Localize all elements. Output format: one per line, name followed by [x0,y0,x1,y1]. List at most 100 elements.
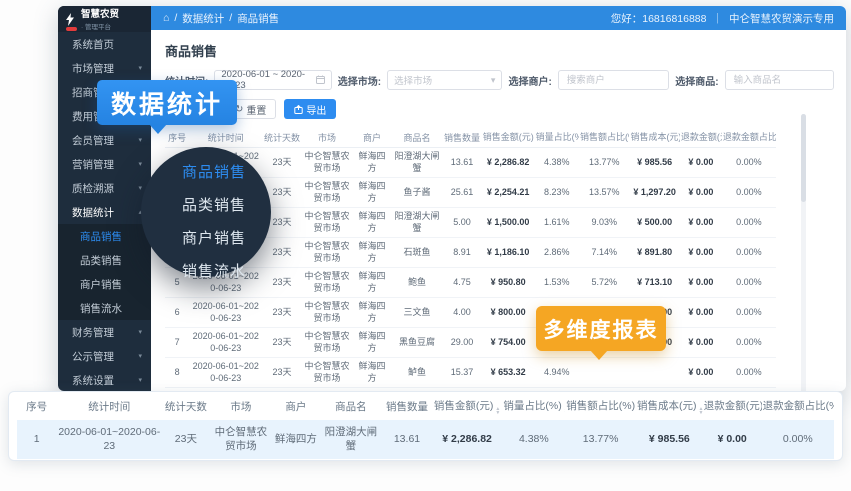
table-cell: 阳澄湖大闸蟹 [392,208,442,238]
sidebar-item[interactable]: 营销管理▾ [58,152,151,176]
table-cell: 1.61% [535,208,579,238]
column-header[interactable]: 销量占比(%)▲▼ [535,128,579,148]
column-header[interactable]: 销量占比(%)▲▼ [502,392,565,420]
breadcrumb: ⌂ / 数据统计 / 商品销售 [163,11,279,26]
table-row[interactable]: 62020-06-01~2020-06-2323天中仑智慧农贸市场鲜海四方三文鱼… [165,298,776,328]
table-row[interactable]: 82020-06-01~2020-06-2323天中仑智慧农贸市场鲜海四方鲈鱼1… [165,358,776,388]
sidebar-item-label: 市场管理 [72,61,114,76]
table-cell: ¥ 0.00 [703,420,762,459]
sidebar-item[interactable]: 市场管理▾ [58,56,151,80]
sidebar-item[interactable]: 系统首页 [58,32,151,56]
table-cell: 鲜海四方 [352,148,392,178]
table-cell: ¥ 0.00 [680,358,722,388]
table-cell: 23天 [262,328,302,358]
table-cell: 2.86% [535,238,579,268]
chevron-down-icon: ▾ [138,352,142,360]
lens-menu-item[interactable]: 商品销售 [141,156,271,189]
table-cell: 0.00% [722,298,776,328]
table-cell: ¥ 500.00 [629,208,679,238]
column-header[interactable]: 销售金额(元)▲▼ [432,392,503,420]
table-cell: 9.03% [579,208,629,238]
table-cell: ¥ 0.00 [680,298,722,328]
sidebar-item-label: 质检溯源 [72,181,114,196]
sidebar-item-label: 销售流水 [80,301,122,316]
column-header[interactable]: 销售成本(元)▲▼ [636,392,703,420]
table-cell: 鲜海四方 [352,178,392,208]
table-cell: 鲜海四方 [352,268,392,298]
table-cell: 0.00% [722,208,776,238]
table-cell: 23天 [262,358,302,388]
column-header: 商品名 [392,128,442,148]
column-header[interactable]: 销售金额(元)▲▼ [482,128,535,148]
table-cell: 鲜海四方 [352,238,392,268]
user-greeting[interactable]: 您好：16816816888 [611,11,707,26]
column-header[interactable]: 退款金额(元)▲▼ [703,392,762,420]
table-cell: 5.00 [442,208,482,238]
lens-menu-item[interactable]: 销售流水 [141,255,271,288]
sidebar-item-label: 营销管理 [72,157,114,172]
sidebar-item[interactable]: 质检溯源▾ [58,176,151,200]
market-select[interactable]: 选择市场 ▾ [387,70,502,90]
merchant-search-input[interactable] [565,74,662,87]
table-row[interactable]: 72020-06-01~2020-06-2323天中仑智慧农贸市场鲜海四方黑鱼豆… [165,328,776,358]
sort-icon[interactable]: ▲▼ [495,407,500,415]
market-select-placeholder: 选择市场 [394,73,487,87]
sidebar-item[interactable]: 系统设置▾ [58,368,151,391]
sidebar-item[interactable]: 销售流水 [58,296,151,320]
sidebar: 智慧农贸 · 管理平台 系统首页市场管理▾招商管理▾费用管理▾会员管理▾营销管理… [58,6,151,391]
table-cell: 2020-06-01~2020-06-23 [189,298,262,328]
column-header[interactable]: 销售成本(元)▲▼ [629,128,679,148]
table-cell: 中仑智慧农贸市场 [302,238,352,268]
sidebar-item[interactable]: 会员管理▾ [58,128,151,152]
sort-icon[interactable]: ▲▼ [698,407,702,415]
sidebar-item[interactable]: 财务管理▾ [58,320,151,344]
export-button[interactable]: 导出 [284,99,336,119]
column-header[interactable]: 销售额占比(%)▲▼ [565,392,636,420]
column-header[interactable]: 退款金额占比(%)▲▼ [722,128,776,148]
chevron-down-icon: ▾ [138,136,142,144]
user-info: 您好：16816816888 ｜ 中仑智慧农贸演示专用 [611,11,834,26]
column-header: 销售数量 [442,128,482,148]
breadcrumb-section[interactable]: 数据统计 [182,11,224,26]
table-cell: 4.94% [535,358,579,388]
sidebar-item[interactable]: 商户销售 [58,272,151,296]
tenant-name[interactable]: 中仑智慧农贸演示专用 [729,11,834,26]
column-header: 统计天数 [262,128,302,148]
table-cell: 中仑智慧农贸市场 [302,178,352,208]
logo-red-tag [66,27,77,31]
column-header[interactable]: 退款金额(元)▲▼ [680,128,722,148]
scrollbar-thumb[interactable] [801,114,806,202]
column-header[interactable]: 退款金额占比(%)▲▼ [762,392,834,420]
sidebar-submenu: 商品销售品类销售商户销售销售流水 [58,224,151,320]
lens-menu-item[interactable]: 品类销售 [141,189,271,222]
sort-icon[interactable]: ▲▼ [564,407,566,415]
table-cell: ¥ 0.00 [680,148,722,178]
sidebar-menu-top: 系统首页市场管理▾招商管理▾费用管理▾会员管理▾营销管理▾质检溯源▾数据统计▴ [58,32,151,224]
table-cell: ¥ 2,254.21 [482,178,535,208]
column-header[interactable]: 销售额占比(%)▲▼ [579,128,629,148]
table-cell: 15.37 [442,358,482,388]
product-search-field [725,70,834,90]
topbar: ⌂ / 数据统计 / 商品销售 您好：16816816888 ｜ 中仑智慧农贸演… [151,6,846,30]
table-scrollbar[interactable] [801,114,806,391]
table-cell: 鲜海四方 [352,358,392,388]
sidebar-item[interactable]: 数据统计▴ [58,200,151,224]
export-icon [294,105,303,114]
sidebar-item[interactable]: 品类销售 [58,248,151,272]
sidebar-item[interactable]: 公示管理▾ [58,344,151,368]
sidebar-item[interactable]: 商品销售 [58,224,151,248]
table-cell: 2020-06-01~2020-06-23 [189,328,262,358]
table-cell: 13.77% [565,420,636,459]
table-cell: ¥ 985.56 [629,148,679,178]
table-cell: 黑鱼豆腐 [392,328,442,358]
home-icon[interactable]: ⌂ [163,12,169,24]
sidebar-item-label: 品类销售 [80,253,122,268]
table-row[interactable]: 12020-06-01~2020-06-2323天中仑智慧农贸市场鲜海四方阳澄湖… [17,420,834,459]
lens-menu-item[interactable]: 商户销售 [141,222,271,255]
user-divider: ｜ [713,11,724,26]
product-search-input[interactable] [732,74,827,87]
table-cell: 鲍鱼 [392,268,442,298]
column-header: 商户 [272,392,319,420]
table-cell: 4.00 [442,298,482,328]
table-cell: 8 [165,358,189,388]
